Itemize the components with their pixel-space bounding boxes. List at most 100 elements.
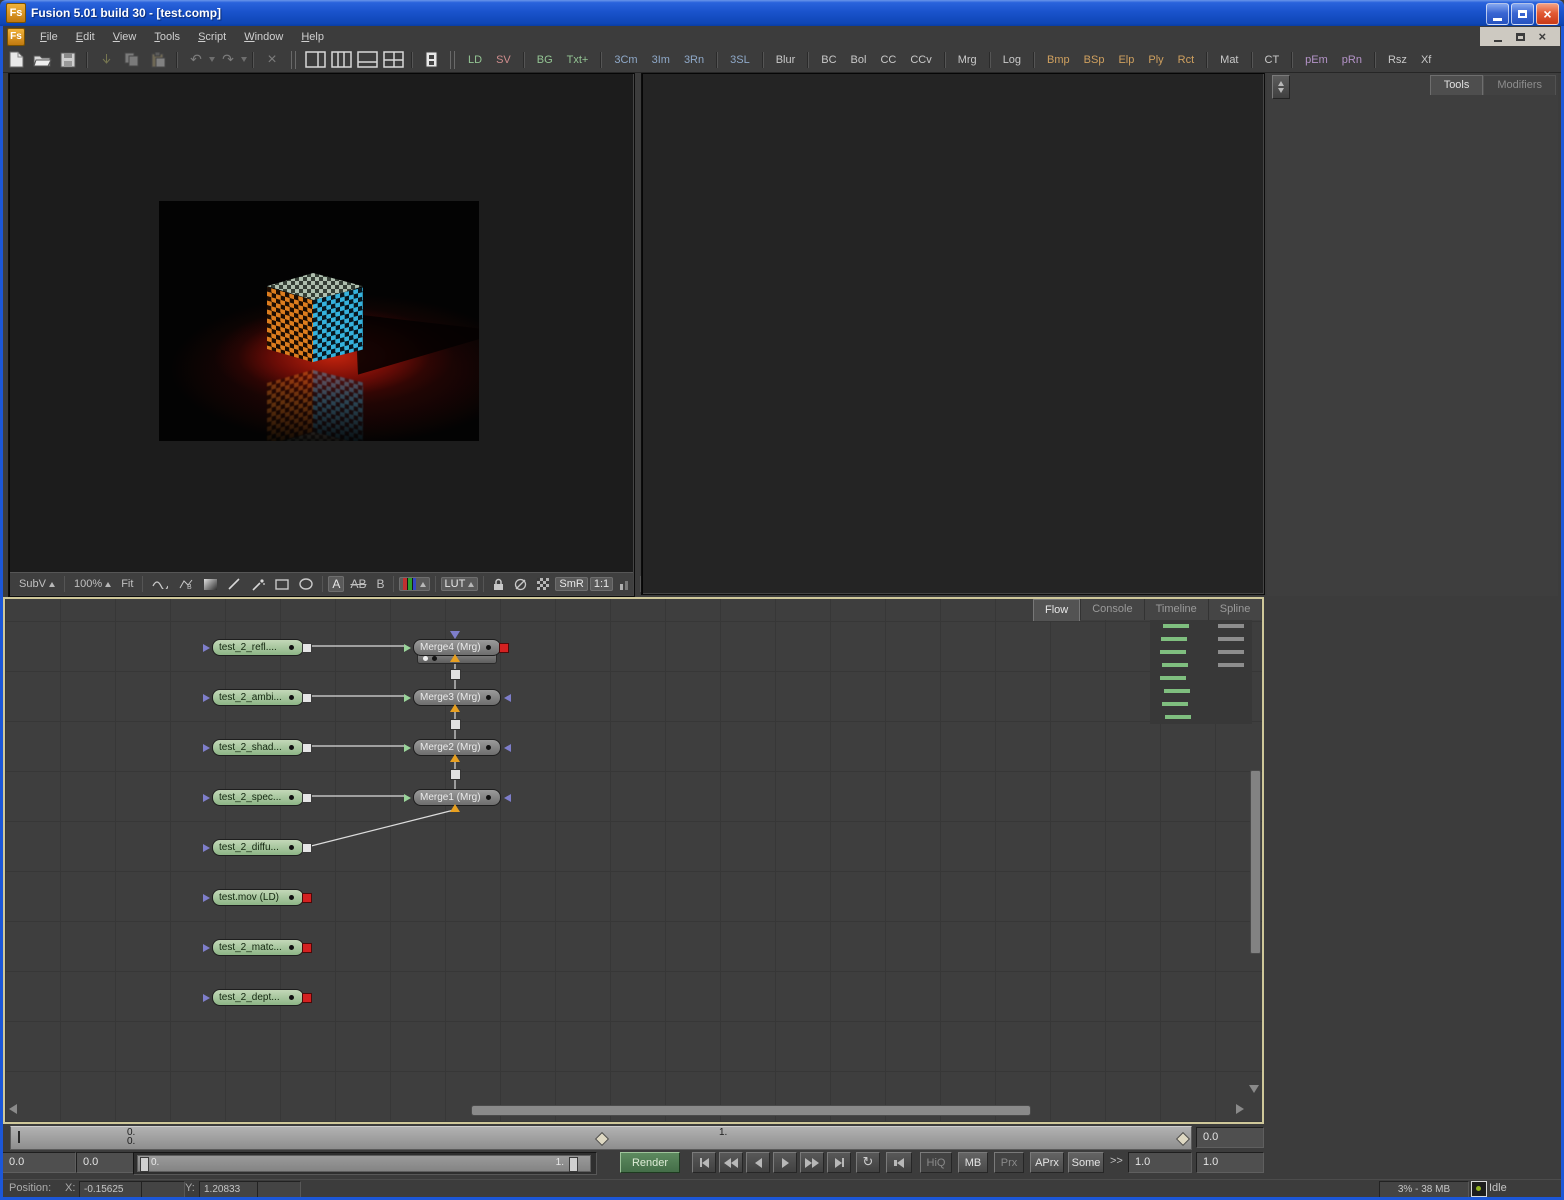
polyline-bezier-icon[interactable]: B xyxy=(174,577,198,591)
tool-CCv[interactable]: CCv xyxy=(903,49,938,71)
show-controls-icon[interactable] xyxy=(615,577,635,591)
open-comp-icon[interactable] xyxy=(30,49,54,70)
node-bg-input-icon[interactable] xyxy=(404,744,411,752)
undo-history-chevron[interactable] xyxy=(209,57,215,62)
layout-split-three-icon[interactable] xyxy=(329,49,353,70)
range-end-handle[interactable] xyxy=(569,1157,578,1172)
merge1-fg-input-icon[interactable] xyxy=(450,804,460,812)
node-input-icon[interactable] xyxy=(203,644,210,652)
node-output-unrendered[interactable] xyxy=(302,943,312,953)
node-input-icon[interactable] xyxy=(203,744,210,752)
panel-stack-icon[interactable] xyxy=(419,49,443,70)
smooth-resize-button[interactable]: SmR xyxy=(555,577,587,591)
flow-view[interactable]: test_2_refl.... test_2_ambi... test_2_sh… xyxy=(3,597,1264,1124)
node-output[interactable] xyxy=(302,843,312,853)
motion-blur-toggle[interactable]: MB xyxy=(958,1152,988,1173)
tab-tools[interactable]: Tools xyxy=(1430,75,1484,95)
tab-modifiers[interactable]: Modifiers xyxy=(1483,75,1556,95)
tool-Rsz[interactable]: Rsz xyxy=(1381,49,1414,71)
goto-start-button[interactable] xyxy=(692,1152,716,1173)
panel-spinner[interactable] xyxy=(1272,75,1290,99)
tab-timeline[interactable]: Timeline xyxy=(1144,599,1208,620)
menu-help[interactable]: Help xyxy=(292,29,333,45)
insert-icon[interactable] xyxy=(94,49,118,70)
node-bg-input-icon[interactable] xyxy=(404,644,411,652)
layout-quad-icon[interactable] xyxy=(381,49,405,70)
menu-script[interactable]: Script xyxy=(189,29,235,45)
undo-icon[interactable]: ↶ xyxy=(184,49,208,70)
tool-CC[interactable]: CC xyxy=(873,49,903,71)
layout-split-bottom-icon[interactable] xyxy=(355,49,379,70)
hiq-toggle[interactable]: HiQ xyxy=(920,1152,952,1173)
menu-view[interactable]: View xyxy=(104,29,146,45)
restore-button[interactable] xyxy=(1511,3,1534,25)
node-test-2-shad[interactable]: test_2_shad... xyxy=(212,739,304,756)
step-back-button[interactable] xyxy=(719,1152,743,1173)
node-input-icon[interactable] xyxy=(203,994,210,1002)
tab-spline[interactable]: Spline xyxy=(1208,599,1262,620)
paste-icon[interactable] xyxy=(146,49,170,70)
node-test-2-refl[interactable]: test_2_refl.... xyxy=(212,639,304,656)
node-input-icon[interactable] xyxy=(203,794,210,802)
zoom-level-selector[interactable]: 100% xyxy=(70,577,115,591)
lock-display-icon[interactable] xyxy=(489,577,508,592)
current-time-marker[interactable] xyxy=(595,1132,609,1146)
node-output[interactable] xyxy=(302,643,312,653)
channel-rgb-button[interactable]: A xyxy=(328,576,344,592)
goto-end-button[interactable] xyxy=(827,1152,851,1173)
play-button[interactable] xyxy=(773,1152,797,1173)
ruler-value-field[interactable]: 0.0 xyxy=(1196,1127,1264,1148)
tool-Elp[interactable]: Elp xyxy=(1111,49,1141,71)
node-input-icon[interactable] xyxy=(203,894,210,902)
pipe-connector[interactable] xyxy=(450,769,461,780)
channel-stripes-selector[interactable] xyxy=(399,577,429,591)
node-test-2-spec[interactable]: test_2_spec... xyxy=(212,789,304,806)
new-comp-icon[interactable] xyxy=(4,49,28,70)
menu-tools[interactable]: Tools xyxy=(145,29,189,45)
mdi-restore-button[interactable] xyxy=(1516,33,1525,41)
tool-LD[interactable]: LD xyxy=(461,49,489,71)
some-toggle[interactable]: Some xyxy=(1068,1152,1104,1173)
line-tool-icon[interactable] xyxy=(223,577,245,591)
tool-Log[interactable]: Log xyxy=(996,49,1028,71)
node-test-2-ambi[interactable]: test_2_ambi... xyxy=(212,689,304,706)
tool-SV[interactable]: SV xyxy=(489,49,518,71)
tool-BG[interactable]: BG xyxy=(530,49,560,71)
save-comp-icon[interactable] xyxy=(56,49,80,70)
tool-Blur[interactable]: Blur xyxy=(769,49,803,71)
tool-pEm[interactable]: pEm xyxy=(1298,49,1335,71)
toolbar-grip[interactable] xyxy=(291,51,296,69)
tool-Mat[interactable]: Mat xyxy=(1213,49,1245,71)
mdi-minimize-button[interactable] xyxy=(1494,40,1502,42)
node-input-icon[interactable] xyxy=(203,944,210,952)
node-bg-input-icon[interactable] xyxy=(404,694,411,702)
tab-console[interactable]: Console xyxy=(1080,599,1143,620)
merge4-fg-input-icon[interactable] xyxy=(450,654,460,662)
mdi-close-button[interactable]: × xyxy=(1539,30,1547,44)
node-output[interactable] xyxy=(302,793,312,803)
play-reverse-button[interactable] xyxy=(746,1152,770,1173)
node-output-unrendered[interactable] xyxy=(499,643,509,653)
one-to-one-button[interactable]: 1:1 xyxy=(590,577,613,591)
node-input-icon[interactable] xyxy=(203,694,210,702)
tool-BSp[interactable]: BSp xyxy=(1077,49,1112,71)
menu-edit[interactable]: Edit xyxy=(67,29,104,45)
lut-selector[interactable]: LUT xyxy=(441,577,479,591)
titlebar[interactable]: Fs Fusion 5.01 build 30 - [test.comp] × xyxy=(0,0,1564,26)
roi-icon[interactable] xyxy=(510,577,531,592)
subview-selector[interactable]: SubV xyxy=(15,577,59,591)
node-output-unrendered[interactable] xyxy=(302,893,312,903)
node-mask-input-icon[interactable] xyxy=(504,794,511,802)
tool-CT[interactable]: CT xyxy=(1258,49,1287,71)
node-output[interactable] xyxy=(302,693,312,703)
node-input-icon[interactable] xyxy=(203,844,210,852)
tab-flow[interactable]: Flow xyxy=(1033,599,1080,621)
pipe-connector[interactable] xyxy=(450,719,461,730)
node-mask-input-icon[interactable] xyxy=(504,744,511,752)
tool-3Rn[interactable]: 3Rn xyxy=(677,49,711,71)
render-button[interactable]: Render xyxy=(620,1152,680,1173)
auto-proxy-toggle[interactable]: APrx xyxy=(1030,1152,1064,1173)
tool-Bmp[interactable]: Bmp xyxy=(1040,49,1077,71)
redo-icon[interactable]: ↷ xyxy=(216,49,240,70)
ellipse-tool-icon[interactable] xyxy=(295,577,317,591)
